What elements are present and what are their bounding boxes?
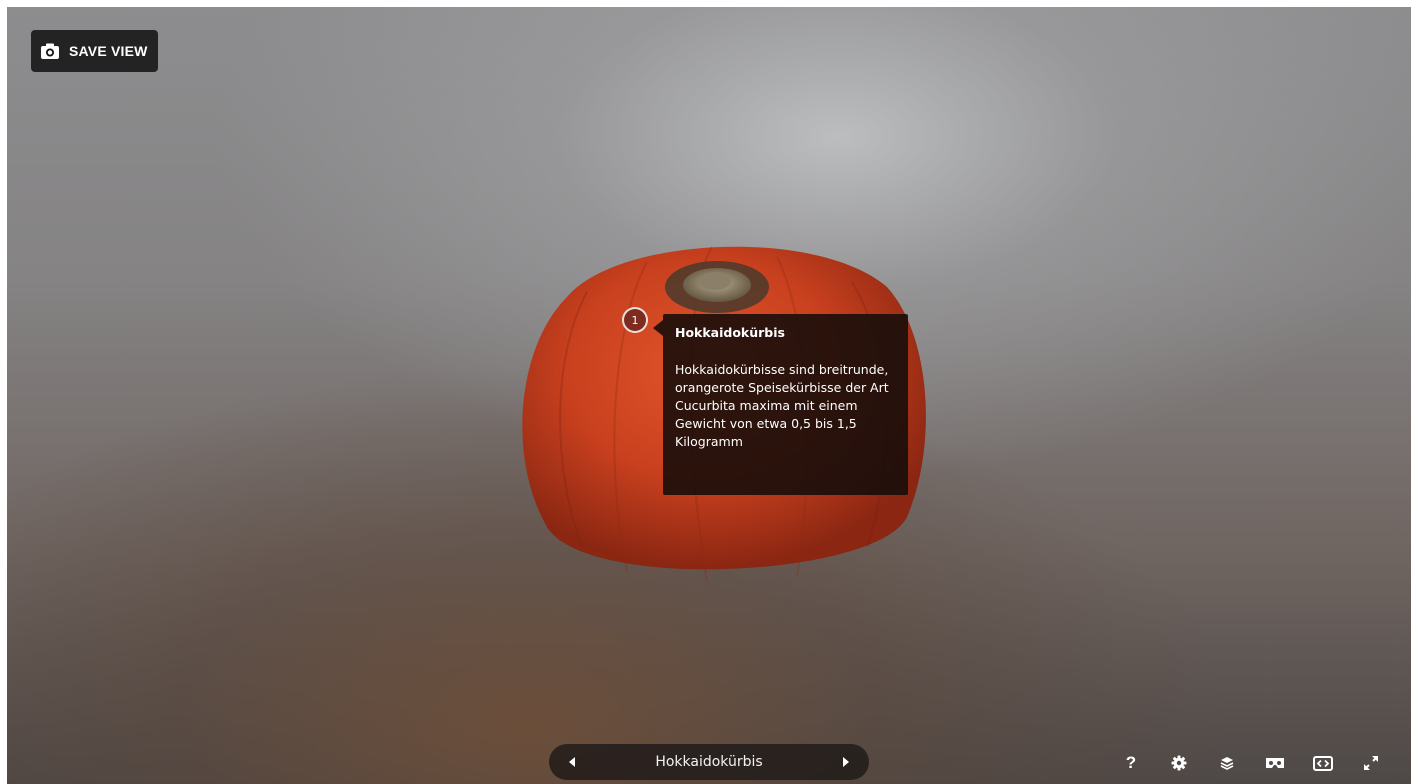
model-viewer[interactable]: SAVE VIEW 1 Hokkaidokürbis Hokkaidokürbi… xyxy=(7,7,1411,784)
annotation-hotspot[interactable]: 1 xyxy=(622,307,648,333)
embed-icon xyxy=(1313,755,1333,771)
tooltip-pointer xyxy=(653,320,663,336)
fullscreen-button[interactable] xyxy=(1347,751,1395,775)
viewer-toolbar: ? xyxy=(1107,751,1395,775)
camera-icon xyxy=(41,43,59,59)
gear-icon xyxy=(1171,755,1187,771)
annotation-number: 1 xyxy=(631,313,639,327)
vr-headset-icon xyxy=(1266,757,1284,768)
save-view-button[interactable]: SAVE VIEW xyxy=(31,30,158,72)
annotation-navigation: Hokkaidokürbis xyxy=(549,744,869,780)
embed-button[interactable] xyxy=(1299,751,1347,775)
caret-left-icon xyxy=(569,757,575,767)
save-view-label: SAVE VIEW xyxy=(69,43,148,59)
caret-right-icon xyxy=(842,757,849,767)
help-icon: ? xyxy=(1125,753,1137,772)
annotation-title: Hokkaidokürbis xyxy=(675,325,785,340)
vr-button[interactable] xyxy=(1251,751,1299,775)
annotation-body: Hokkaidokürbisse sind breitrunde, orange… xyxy=(675,362,889,449)
annotation-nav-title: Hokkaidokürbis xyxy=(655,754,763,770)
prev-annotation-button[interactable] xyxy=(565,755,579,769)
next-annotation-button[interactable] xyxy=(839,755,853,769)
help-button[interactable]: ? xyxy=(1107,751,1155,775)
layers-button[interactable] xyxy=(1203,751,1251,775)
settings-button[interactable] xyxy=(1155,751,1203,775)
fullscreen-icon xyxy=(1364,756,1378,770)
layers-icon xyxy=(1220,757,1234,770)
annotation-tooltip: Hokkaidokürbis Hokkaidokürbisse sind bre… xyxy=(653,314,908,495)
